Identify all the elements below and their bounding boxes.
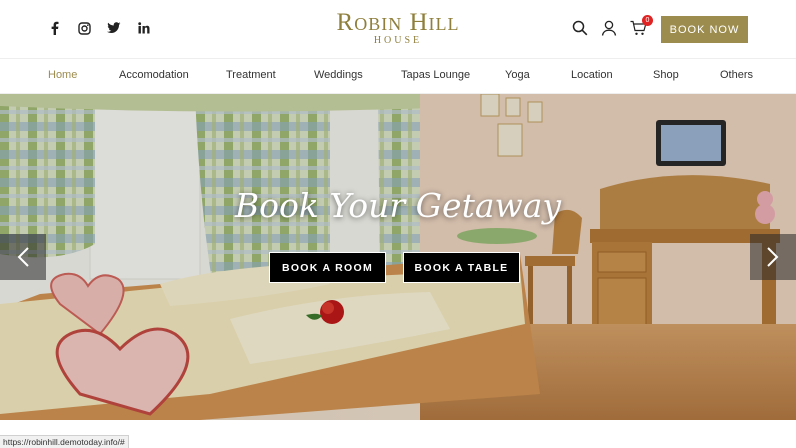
social-links <box>46 20 152 36</box>
nav-item-weddings[interactable]: Weddings <box>314 69 363 81</box>
hero-slider: Book Your Getaway BOOK A ROOM BOOK A TAB… <box>0 94 796 420</box>
logo-title: Robin Hill <box>336 9 460 36</box>
hero-bedroom-photo <box>0 94 796 420</box>
instagram-icon[interactable] <box>76 20 92 36</box>
browser-status-url: https://robinhill.demotoday.info/# <box>0 435 129 448</box>
book-now-button[interactable]: BOOK NOW <box>661 16 748 43</box>
nav-item-others[interactable]: Others <box>720 69 753 81</box>
chevron-right-icon <box>767 247 779 267</box>
nav-item-home[interactable]: Home <box>48 69 77 81</box>
nav-item-treatment[interactable]: Treatment <box>226 69 276 81</box>
nav-item-shop[interactable]: Shop <box>653 69 679 81</box>
nav-item-accomodation[interactable]: Accomodation <box>119 69 189 81</box>
cart-icon[interactable]: 0 <box>630 15 653 37</box>
book-room-button[interactable]: BOOK A ROOM <box>269 252 386 283</box>
chevron-left-icon <box>17 247 29 267</box>
facebook-icon[interactable] <box>46 20 62 36</box>
site-header: Robin Hill HOUSE 0 BOOK NOW <box>0 0 796 58</box>
slider-next-button[interactable] <box>750 234 796 280</box>
nav-item-location[interactable]: Location <box>571 69 613 81</box>
logo-subtitle: HOUSE <box>373 35 423 46</box>
nav-item-yoga[interactable]: Yoga <box>505 69 530 81</box>
linkedin-icon[interactable] <box>136 20 152 36</box>
main-nav: Home Accomodation Treatment Weddings Tap… <box>0 58 796 94</box>
book-table-button[interactable]: BOOK A TABLE <box>403 252 520 283</box>
header-actions: 0 <box>572 15 653 37</box>
cart-count-badge: 0 <box>642 15 653 26</box>
user-icon[interactable] <box>601 20 618 37</box>
nav-item-tapas-lounge[interactable]: Tapas Lounge <box>401 69 470 81</box>
slider-prev-button[interactable] <box>0 234 46 280</box>
site-logo[interactable]: Robin Hill HOUSE <box>308 10 488 46</box>
twitter-icon[interactable] <box>106 20 122 36</box>
search-icon[interactable] <box>572 20 589 37</box>
hero-headline: Book Your Getaway <box>234 186 562 225</box>
